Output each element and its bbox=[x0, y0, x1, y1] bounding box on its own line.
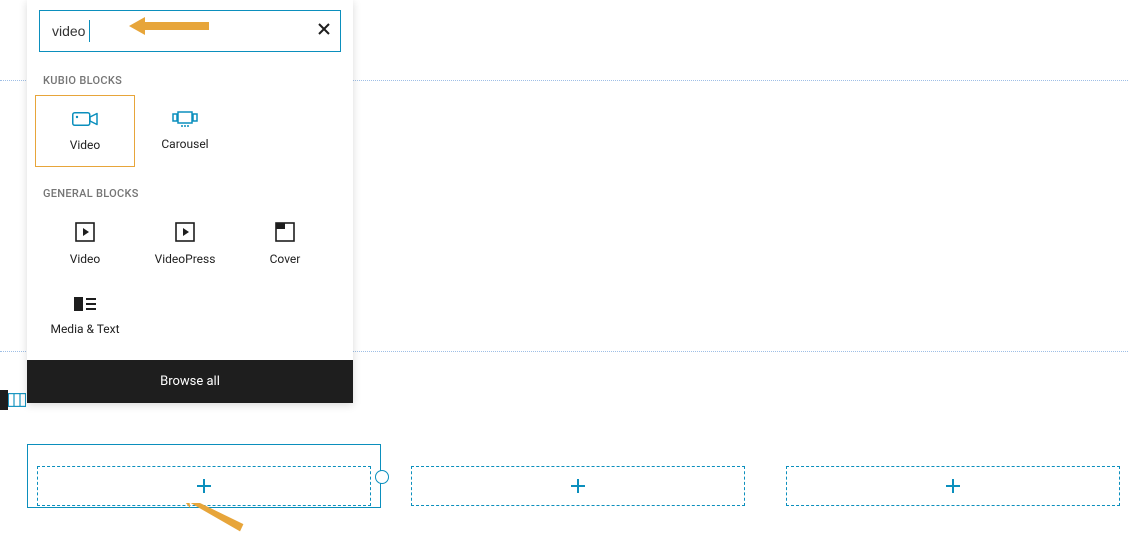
block-cover[interactable]: Cover bbox=[235, 208, 335, 280]
play-box-icon bbox=[75, 222, 95, 242]
plus-icon bbox=[196, 478, 212, 494]
media-text-icon bbox=[74, 296, 96, 312]
block-label: Video bbox=[70, 138, 101, 152]
add-block-slot[interactable] bbox=[37, 466, 371, 506]
section-general-title: GENERAL BLOCKS bbox=[27, 175, 353, 206]
column-resize-handle[interactable] bbox=[375, 470, 389, 484]
block-label: Video bbox=[70, 252, 101, 266]
block-label: Cover bbox=[270, 252, 301, 266]
section-kubio-title: KUBIO BLOCKS bbox=[27, 62, 353, 93]
block-media-text[interactable]: Media & Text bbox=[35, 280, 135, 352]
carousel-icon bbox=[172, 111, 198, 127]
columns-icon[interactable] bbox=[8, 392, 26, 411]
text-cursor bbox=[89, 20, 90, 42]
annotation-arrow bbox=[129, 17, 209, 35]
block-label: Media & Text bbox=[50, 322, 119, 336]
general-block-grid: Video VideoPress Cover Media & Text bbox=[27, 206, 353, 360]
add-block-slot[interactable] bbox=[411, 466, 745, 506]
add-block-slot[interactable] bbox=[786, 466, 1120, 506]
video-camera-icon bbox=[72, 110, 98, 128]
annotation-arrow bbox=[175, 503, 245, 533]
close-icon bbox=[317, 22, 331, 36]
search-wrap bbox=[27, 0, 353, 62]
play-box-icon bbox=[175, 222, 195, 242]
block-label: Carousel bbox=[161, 137, 208, 151]
block-toolbar-strip[interactable] bbox=[0, 390, 8, 410]
block-inserter-panel: KUBIO BLOCKS Video Carousel GENERAL BLOC… bbox=[27, 0, 353, 403]
kubio-block-grid: Video Carousel bbox=[27, 93, 353, 175]
plus-icon bbox=[945, 478, 961, 494]
block-core-video[interactable]: Video bbox=[35, 208, 135, 280]
browse-all-button[interactable]: Browse all bbox=[27, 360, 353, 403]
cover-icon bbox=[275, 222, 295, 242]
clear-search-button[interactable] bbox=[317, 22, 331, 40]
block-videopress[interactable]: VideoPress bbox=[135, 208, 235, 280]
block-label: VideoPress bbox=[155, 252, 216, 266]
block-kubio-carousel[interactable]: Carousel bbox=[135, 95, 235, 167]
plus-icon bbox=[570, 478, 586, 494]
block-kubio-video[interactable]: Video bbox=[35, 95, 135, 167]
